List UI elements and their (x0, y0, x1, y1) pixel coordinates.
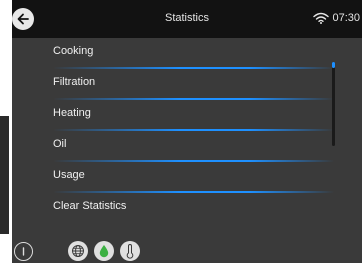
menu-item-clear-statistics[interactable]: Clear Statistics (12, 193, 342, 224)
power-icon (22, 247, 25, 256)
menu-item-filtration[interactable]: Filtration (12, 69, 342, 100)
scrollbar[interactable] (332, 62, 335, 146)
scrollbar-thumb[interactable] (332, 62, 335, 68)
power-button[interactable] (14, 242, 33, 261)
clock-time: 07:30 (332, 12, 360, 24)
header-bar: Statistics 07:30 (12, 0, 362, 38)
globe-icon (72, 245, 84, 257)
page-title: Statistics (164, 12, 209, 24)
menu-item-label: Oil (53, 138, 67, 150)
bottom-toolbar (12, 240, 362, 263)
menu-item-heating[interactable]: Heating (12, 100, 342, 131)
temperature-button[interactable] (120, 241, 140, 261)
menu-item-label: Clear Statistics (53, 200, 127, 212)
menu-item-label: Cooking (53, 45, 94, 57)
oil-drop-icon (99, 245, 109, 258)
thermometer-icon (126, 243, 134, 259)
menu-item-label: Usage (53, 169, 85, 181)
device-screen: Statistics 07:30 Cooking Filtration Heat… (12, 0, 362, 263)
menu-item-cooking[interactable]: Cooking (12, 38, 342, 69)
menu-item-oil[interactable]: Oil (12, 131, 342, 162)
device-bezel-strip (0, 116, 9, 234)
menu-item-label: Filtration (53, 76, 96, 88)
menu-item-usage[interactable]: Usage (12, 162, 342, 193)
statistics-menu: Cooking Filtration Heating Oil Usage Cle… (12, 38, 342, 224)
oil-button[interactable] (94, 241, 114, 261)
wifi-icon (313, 12, 329, 24)
language-button[interactable] (68, 241, 88, 261)
menu-item-label: Heating (53, 107, 91, 119)
